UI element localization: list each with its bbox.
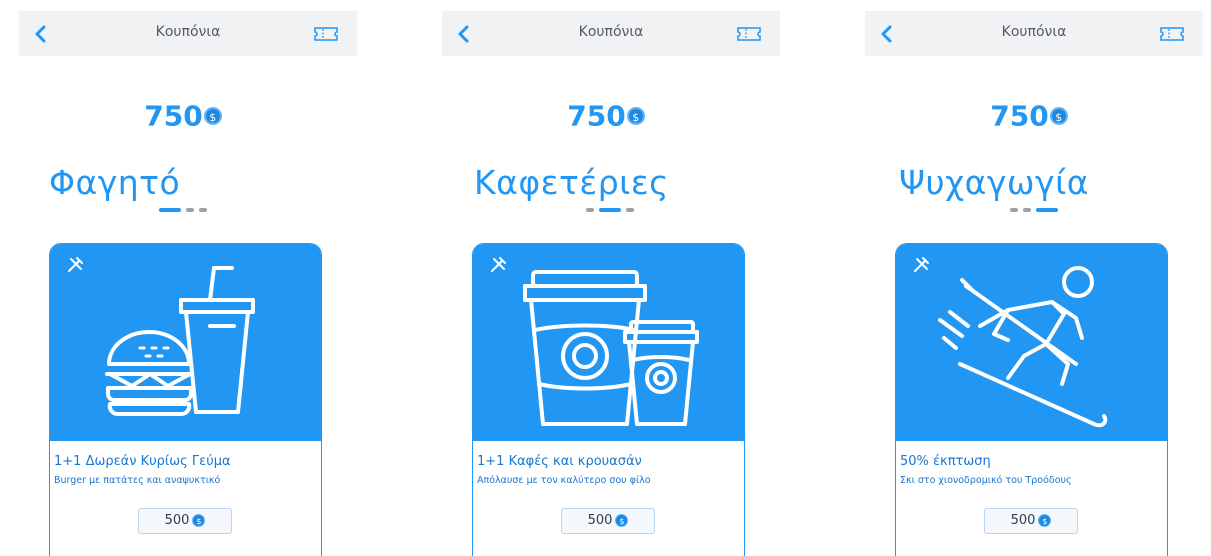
skier-icon (938, 266, 1108, 428)
coin-balance: 750 $ (438, 98, 774, 133)
balance-value: 750 (990, 99, 1049, 133)
screen-cafes: Κουπόνια 750 $ Καφετέριες 1+1 Καφές και … (438, 0, 780, 556)
price-value: 500 (164, 513, 190, 528)
page-dot-3[interactable] (626, 208, 634, 212)
page-title: Κουπόνια (578, 24, 644, 40)
offer-title: 50% έκπτωση (900, 454, 991, 469)
page-dot-3[interactable] (199, 208, 207, 212)
redeem-price-button[interactable]: 500 $ (138, 508, 232, 534)
page-dot-1[interactable] (586, 208, 594, 212)
page-indicator (586, 208, 640, 213)
redeem-price-button[interactable]: 500 $ (561, 508, 655, 534)
coin-icon: $ (1038, 514, 1052, 527)
screen-entertainment: Κουπόνια 750 $ Ψυχαγωγία 50% έκπτωση Σκι… (861, 0, 1203, 556)
category-title: Καφετέριες (474, 163, 670, 202)
coin-icon: $ (203, 107, 222, 125)
coin-icon: $ (192, 514, 206, 527)
ticket-icon[interactable] (313, 26, 339, 42)
coin-icon: $ (1049, 107, 1068, 125)
page-title: Κουπόνια (1001, 24, 1067, 40)
price-value: 500 (1010, 513, 1036, 528)
page-dot-2[interactable] (599, 208, 621, 212)
top-bar: Κουπόνια (19, 11, 357, 56)
offer-subtitle: Απόλαυσε με τον καλύτερο σου φίλο (477, 475, 651, 486)
coupon-card[interactable]: 50% έκπτωση Σκι στο χιονοδρομικό του Τρο… (895, 243, 1168, 556)
coupon-image (50, 244, 321, 441)
redeem-price-button[interactable]: 500 $ (984, 508, 1078, 534)
page-dot-1[interactable] (159, 208, 181, 212)
page-indicator (1010, 208, 1064, 213)
balance-value: 750 (144, 99, 203, 133)
screen-food: Κουπόνια 750 $ Φαγητό 1+1 Δωρεάν Κυρίως … (15, 0, 357, 556)
offer-title: 1+1 Δωρεάν Κυρίως Γεύμα (54, 454, 231, 469)
coffee-cups-icon (523, 270, 699, 426)
coin-balance: 750 $ (15, 98, 351, 133)
burger-drink-icon (105, 266, 255, 416)
coupon-card[interactable]: 1+1 Δωρεάν Κυρίως Γεύμα Burger με πατάτε… (49, 243, 322, 556)
offer-title: 1+1 Καφές και κρουασάν (477, 454, 642, 469)
page-dot-3[interactable] (1036, 208, 1058, 212)
ticket-icon[interactable] (1159, 26, 1185, 42)
category-title: Ψυχαγωγία (899, 163, 1089, 202)
coin-icon: $ (626, 107, 645, 125)
page-title: Κουπόνια (155, 24, 221, 40)
coupon-image (896, 244, 1167, 441)
ticket-icon[interactable] (736, 26, 762, 42)
offer-subtitle: Σκι στο χιονοδρομικό του Τροόδους (900, 475, 1072, 486)
coupon-image (473, 244, 744, 441)
coupon-card[interactable]: 1+1 Καφές και κρουασάν Απόλαυσε με τον κ… (472, 243, 745, 556)
page-dot-2[interactable] (1023, 208, 1031, 212)
coin-icon: $ (615, 514, 629, 527)
coin-balance: 750 $ (861, 98, 1197, 133)
page-dot-1[interactable] (1010, 208, 1018, 212)
category-title: Φαγητό (49, 163, 181, 202)
top-bar: Κουπόνια (865, 11, 1203, 56)
offer-subtitle: Burger με πατάτες και αναψυκτικό (54, 475, 221, 486)
price-value: 500 (587, 513, 613, 528)
balance-value: 750 (567, 99, 626, 133)
top-bar: Κουπόνια (442, 11, 780, 56)
page-indicator (159, 208, 213, 213)
page-dot-2[interactable] (186, 208, 194, 212)
